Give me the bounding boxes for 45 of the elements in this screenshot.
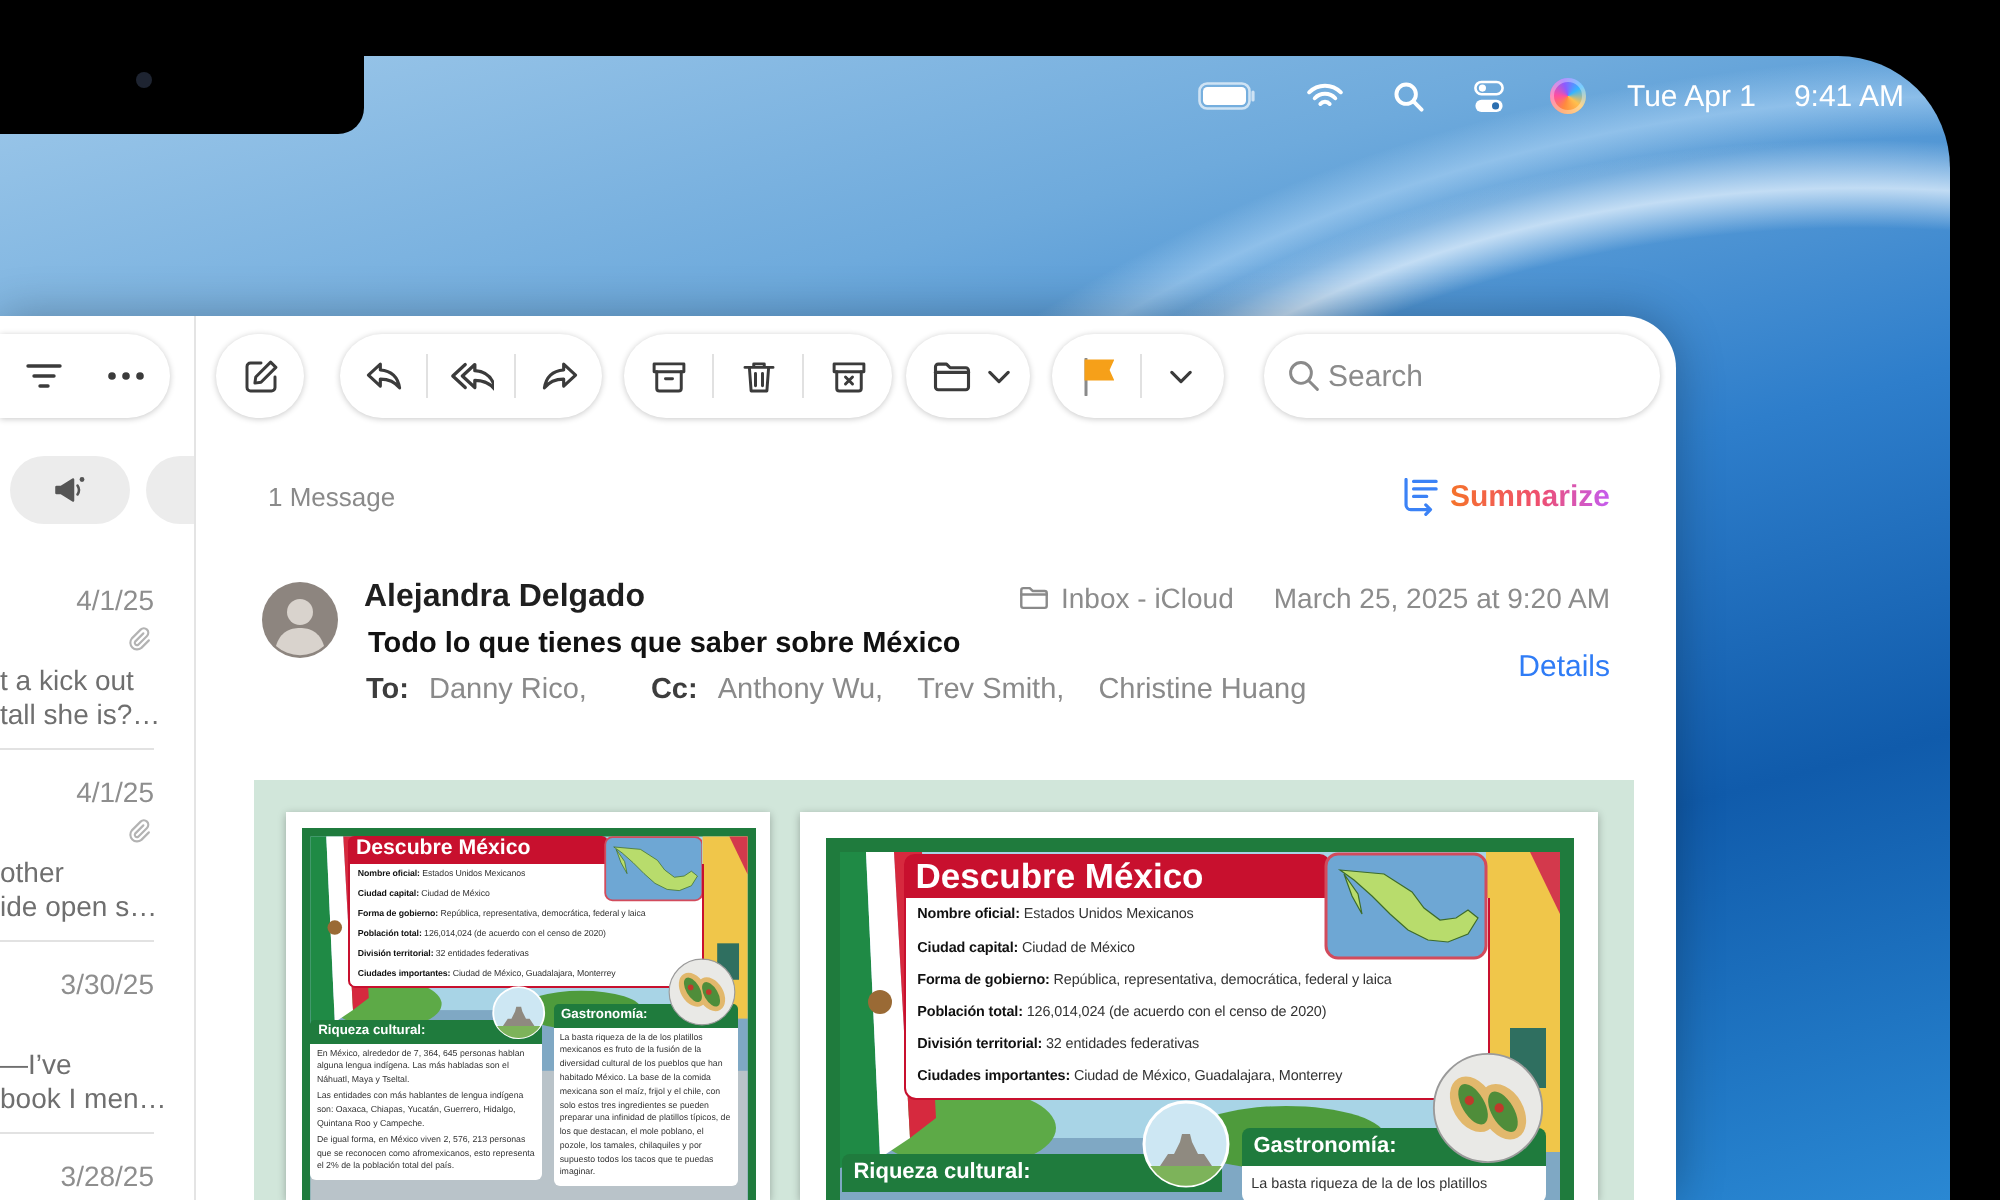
folder-icon (1019, 586, 1047, 610)
message-subject: Todo lo que tienes que saber sobre México (368, 626, 961, 662)
camera-icon (136, 72, 152, 88)
filter-icon (26, 364, 62, 388)
recipient-name[interactable]: Anthony Wu, (717, 672, 884, 708)
tacos-drawing (1431, 1051, 1544, 1163)
recipient-label: To: (366, 672, 409, 708)
message-date: 4/1/25 (76, 582, 154, 618)
message-date: 3/30/25 (60, 966, 154, 1002)
poster-title: Descubre México (903, 853, 1330, 899)
map-drawing (603, 835, 703, 902)
megaphone-icon (52, 472, 88, 508)
compose-icon (239, 355, 281, 397)
details-link[interactable]: Details (1518, 650, 1610, 684)
search-icon (1288, 360, 1320, 392)
chevron-down-icon (1169, 369, 1191, 383)
flag-icon (1083, 357, 1113, 395)
pennant-drawing (728, 835, 747, 874)
recipient-name[interactable]: Trev Smith, (917, 672, 1065, 708)
pennant-drawing (1529, 851, 1560, 913)
search-field[interactable]: Search (1264, 334, 1660, 418)
message-date: March 25, 2025 at 9:20 AM (1273, 582, 1610, 614)
recipient-label: Cc: (650, 672, 698, 708)
ellipsis-icon (108, 372, 144, 380)
toggle-switches-icon[interactable] (1474, 79, 1505, 113)
summarize-icon (1403, 477, 1438, 515)
message-date: 3/28/25 (60, 1158, 154, 1194)
avatar (262, 582, 338, 658)
message-count: 1 Message (268, 481, 396, 511)
mailbox-name: Inbox - iCloud (1061, 582, 1234, 614)
category-button[interactable] (10, 456, 130, 524)
message-preview: —I’ve book I men… (0, 1048, 167, 1116)
recipient-name[interactable]: Christine Huang (1098, 672, 1307, 708)
tacos-drawing (668, 957, 737, 1025)
compose-button[interactable] (216, 334, 304, 418)
message-date: 4/1/25 (76, 774, 154, 810)
message-preview: other ide open s… (0, 856, 158, 924)
recipient-name[interactable]: Danny Rico, (428, 672, 587, 708)
message-preview: t a kick out tall she is?… (0, 664, 161, 732)
orb-icon[interactable] (1550, 78, 1587, 114)
poster-title: Descubre México (348, 836, 608, 865)
chevron-down-icon (987, 369, 1009, 383)
sender-name: Alejandra Delgado (364, 580, 645, 616)
menu-bar-time[interactable]: 9:41 AM (1793, 79, 1904, 113)
menu-bar-date[interactable]: Tue Apr 1 (1626, 79, 1756, 113)
